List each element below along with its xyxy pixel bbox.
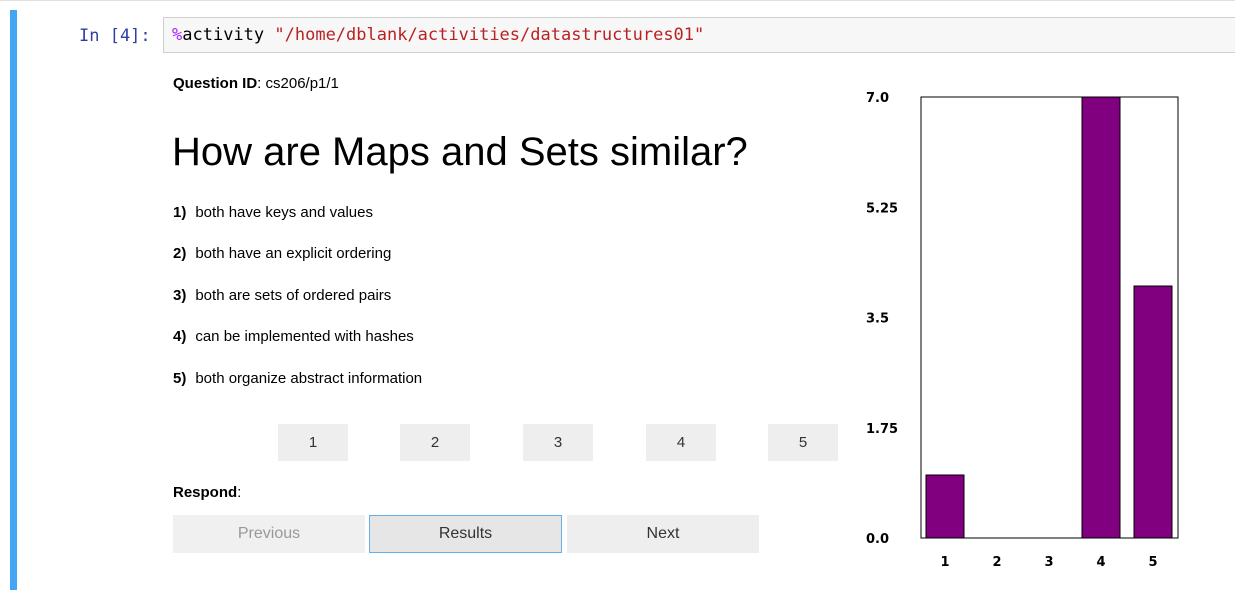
x-tick-label: 5 bbox=[1148, 555, 1157, 570]
choice-button-2[interactable]: 2 bbox=[400, 424, 470, 461]
choice-button-1[interactable]: 1 bbox=[278, 424, 348, 461]
choice-5: 5) both organize abstract information bbox=[173, 370, 422, 387]
x-axis-labels: 1 2 3 4 5 bbox=[940, 555, 1157, 570]
y-tick-label: 0.0 bbox=[866, 532, 889, 547]
y-tick-label: 3.5 bbox=[866, 312, 889, 327]
choice-2: 2) both have an explicit ordering bbox=[173, 245, 391, 262]
previous-button[interactable]: Previous bbox=[173, 515, 365, 553]
results-chart: 0.0 1.75 3.5 5.25 7.0 1 2 3 4 5 bbox=[866, 91, 1179, 570]
bar-4 bbox=[1081, 96, 1121, 539]
choice-number: 2) bbox=[173, 245, 187, 262]
y-axis-labels: 0.0 1.75 3.5 5.25 7.0 bbox=[866, 91, 898, 547]
choice-button-3[interactable]: 3 bbox=[523, 424, 593, 461]
x-tick-label: 2 bbox=[992, 555, 1001, 570]
choice-button-4[interactable]: 4 bbox=[646, 424, 716, 461]
cell-prompt: In [4]: bbox=[79, 26, 151, 46]
question-id-value: : cs206/p1/1 bbox=[257, 75, 339, 92]
choice-number: 4) bbox=[173, 328, 187, 345]
cell-input[interactable]: %activity "/home/dblank/activities/datas… bbox=[163, 17, 1235, 53]
choice-text: both are sets of ordered pairs bbox=[195, 287, 392, 304]
y-tick-label: 5.25 bbox=[866, 201, 898, 216]
magic-argument: "/home/dblank/activities/datastructures0… bbox=[274, 25, 705, 45]
top-divider bbox=[0, 0, 1235, 1]
magic-command: activity bbox=[182, 25, 265, 45]
bar-1 bbox=[925, 474, 965, 539]
choice-text: both have an explicit ordering bbox=[195, 245, 392, 262]
x-tick-label: 3 bbox=[1044, 555, 1053, 570]
choice-number: 5) bbox=[173, 370, 187, 387]
cell-selection-bar bbox=[10, 10, 17, 590]
choice-4: 4) can be implemented with hashes bbox=[173, 328, 414, 345]
x-tick-label: 4 bbox=[1096, 555, 1105, 570]
x-tick-label: 1 bbox=[940, 555, 949, 570]
choice-button-5[interactable]: 5 bbox=[768, 424, 838, 461]
respond-label: Respond: bbox=[173, 484, 242, 501]
choice-text: can be implemented with hashes bbox=[195, 328, 414, 345]
next-button[interactable]: Next bbox=[567, 515, 759, 553]
results-button[interactable]: Results bbox=[369, 515, 562, 553]
choice-3: 3) both are sets of ordered pairs bbox=[173, 287, 391, 304]
choice-number: 1) bbox=[173, 204, 187, 221]
y-tick-label: 1.75 bbox=[866, 422, 898, 437]
question-id: Question ID: cs206/p1/1 bbox=[173, 75, 339, 92]
y-tick-label: 7.0 bbox=[866, 91, 889, 106]
magic-percent: % bbox=[172, 25, 183, 45]
question-title: How are Maps and Sets similar? bbox=[172, 130, 748, 174]
bars bbox=[925, 96, 1173, 539]
choice-text: both organize abstract information bbox=[195, 370, 423, 387]
choice-1: 1) both have keys and values bbox=[173, 204, 373, 221]
bar-5 bbox=[1133, 285, 1173, 539]
question-id-label: Question ID bbox=[173, 75, 258, 92]
choice-text: both have keys and values bbox=[195, 204, 373, 221]
choice-number: 3) bbox=[173, 287, 187, 304]
